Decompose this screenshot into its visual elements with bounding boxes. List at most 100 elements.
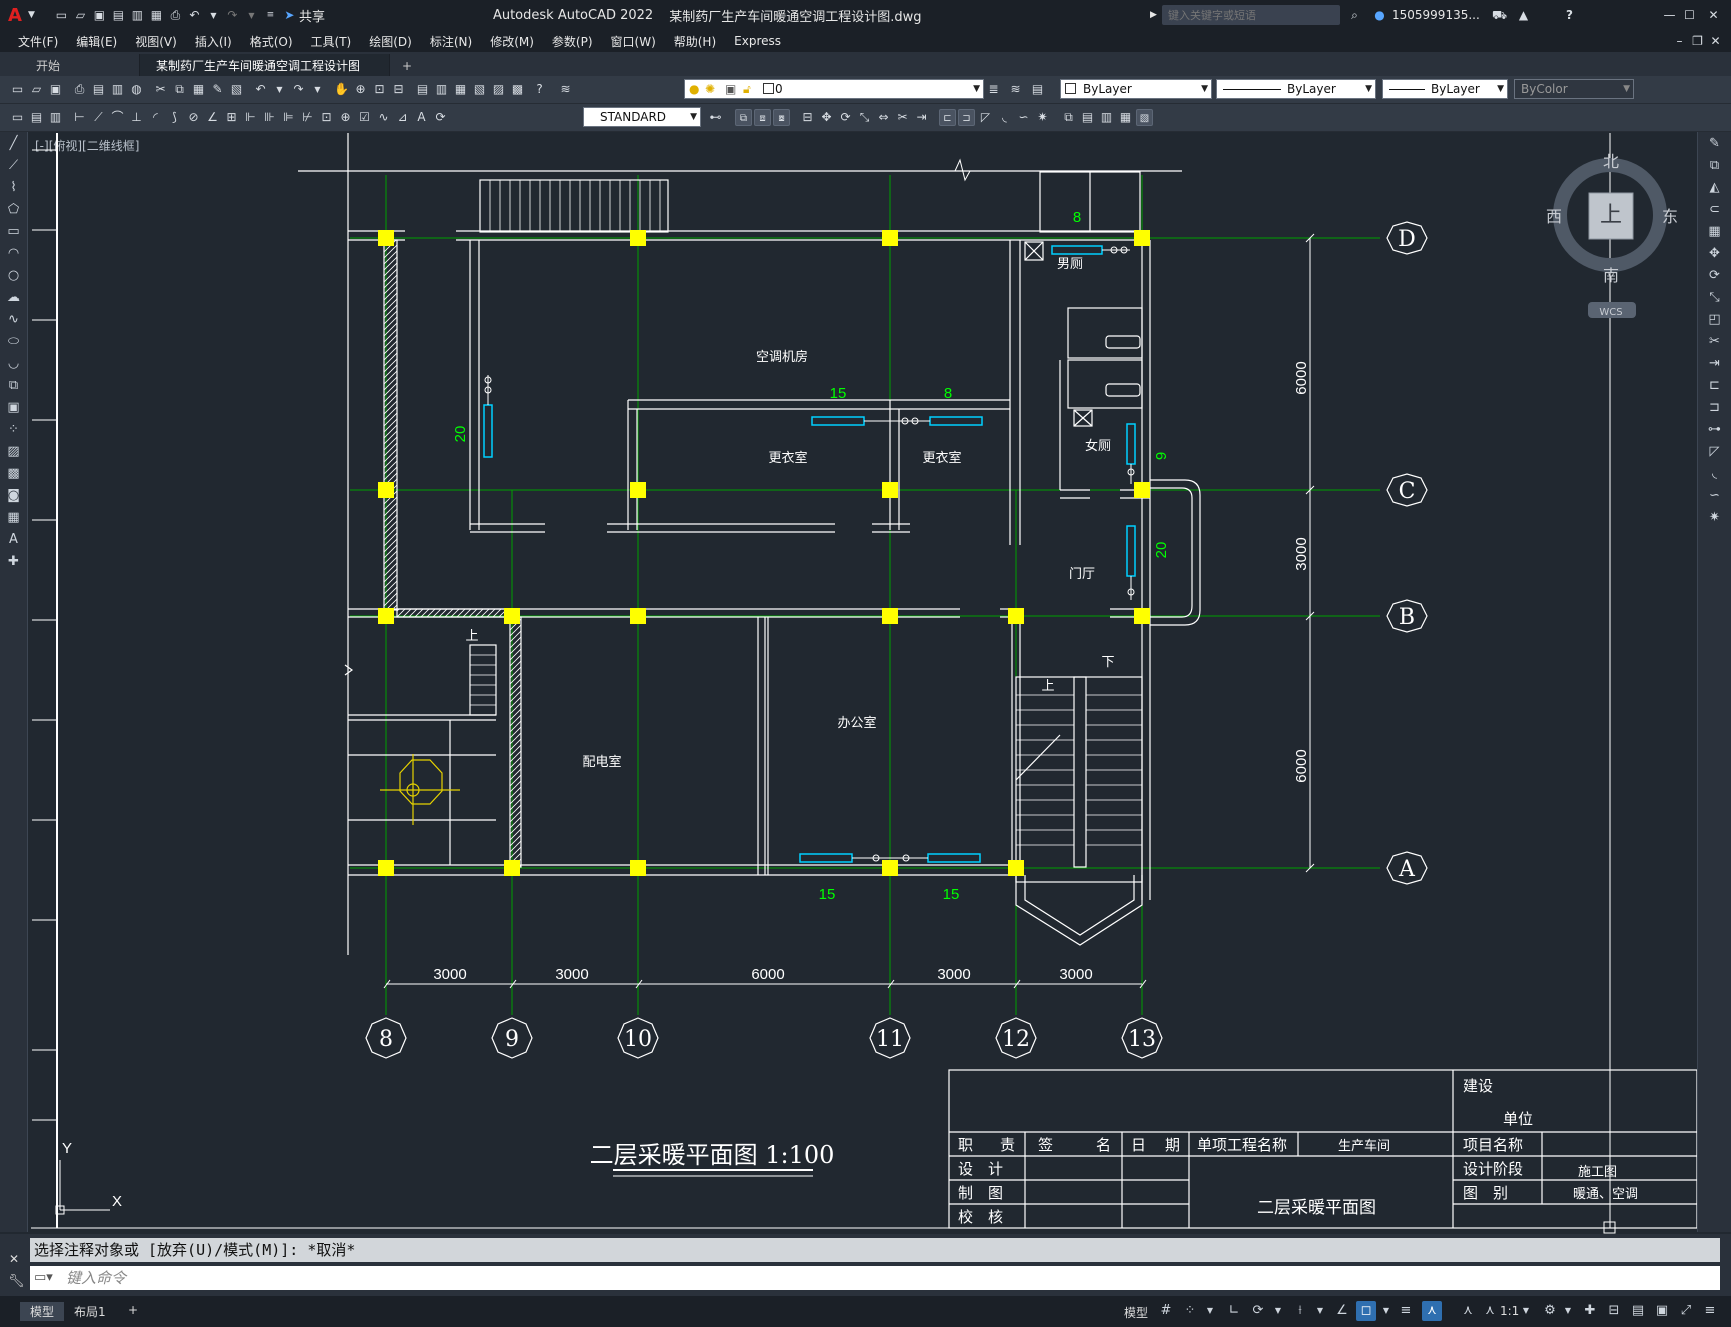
drawing-canvas[interactable]: [-][俯视][二维线框] D C B A 8 9 10 11 12 13 30…	[29, 132, 1697, 1234]
add-selected-icon[interactable]: ✚	[4, 552, 24, 572]
auto-scale-icon[interactable]: ⋏	[1458, 1301, 1478, 1321]
quick-dim-icon[interactable]: ⊞	[223, 109, 240, 126]
stretch-side-icon[interactable]: ◰	[1705, 310, 1725, 330]
edit-attribute-icon[interactable]: ▤	[28, 109, 45, 126]
open-web-icon[interactable]: ▥	[129, 7, 146, 24]
move-icon[interactable]: ✥	[818, 109, 835, 126]
ortho-icon[interactable]: ∟	[1224, 1301, 1244, 1321]
graphics-performance-icon[interactable]: ▣	[1652, 1301, 1672, 1321]
viewcube-north[interactable]: 北	[1603, 152, 1619, 171]
scale-icon[interactable]: ⤡	[856, 109, 873, 126]
publish-icon[interactable]: ▥	[109, 81, 126, 98]
copy-icon[interactable]: ⧉	[171, 81, 188, 98]
dim-style-icon[interactable]: ⊷	[707, 109, 724, 126]
share-label[interactable]: 共享	[299, 6, 325, 25]
app-menu-chevron-icon[interactable]: ▼	[23, 7, 40, 24]
command-recent-icon[interactable]: ▭▾	[34, 1266, 53, 1290]
draworder-icon[interactable]: ⧉	[1060, 109, 1077, 126]
copy-object-icon[interactable]: ⧉	[735, 109, 752, 126]
plot-toolbar-icon[interactable]: ⎙	[71, 81, 88, 98]
save-toolbar-icon[interactable]: ▣	[47, 81, 64, 98]
save-icon[interactable]: ▣	[91, 7, 108, 24]
viewcube-top-face[interactable]: 上	[1600, 203, 1622, 228]
textstyle-dropdown[interactable]: STANDARD ▼	[583, 107, 701, 127]
dim-angular-icon[interactable]: ∠	[204, 109, 221, 126]
search-box[interactable]	[1162, 5, 1340, 25]
properties-icon[interactable]: ▤	[414, 81, 431, 98]
scale-side-icon[interactable]: ⤡	[1705, 288, 1725, 308]
extend-side-icon[interactable]: ⇥	[1705, 354, 1725, 374]
dim-arc-icon[interactable]: ⌒	[109, 109, 126, 126]
workspace-dropdown-icon[interactable]: ▼	[1558, 1301, 1578, 1321]
plotstyle-dropdown[interactable]: ByColor ▼	[1514, 79, 1634, 99]
user-name[interactable]: 1505999135...	[1392, 8, 1480, 22]
menu-file[interactable]: 文件(F)	[18, 33, 58, 50]
clean-screen-icon[interactable]: ⤢	[1676, 1301, 1696, 1321]
workspace-gear-icon[interactable]: ⚙	[1540, 1301, 1560, 1321]
isodraft-dropdown-icon[interactable]: ▼	[1310, 1301, 1330, 1321]
polar-dropdown-icon[interactable]: ▼	[1268, 1301, 1288, 1321]
plot-icon[interactable]: ⎙	[167, 7, 184, 24]
linetype-dropdown[interactable]: ByLayer ▼	[1216, 79, 1376, 99]
zoom-realtime-icon[interactable]: ⊕	[352, 81, 369, 98]
customization-icon[interactable]: ≡	[1700, 1301, 1720, 1321]
match-properties-icon[interactable]: ✎	[209, 81, 226, 98]
copy-side-icon[interactable]: ⧉	[1705, 156, 1725, 176]
undo-dropdown-icon[interactable]: ▼	[205, 7, 222, 24]
menu-express[interactable]: Express	[734, 34, 781, 48]
zoom-previous-icon[interactable]: ⊟	[390, 81, 407, 98]
command-customize-icon[interactable]: 🔧︎	[8, 1274, 25, 1289]
object-snap-tracking-icon[interactable]: ∠	[1332, 1301, 1352, 1321]
sheet-set-icon[interactable]: ▧	[471, 81, 488, 98]
send-under-icon[interactable]: ▧	[1136, 109, 1153, 126]
new-file-icon[interactable]: ▭	[53, 7, 70, 24]
lineweight-dropdown[interactable]: ByLayer ▼	[1382, 79, 1508, 99]
open-file-icon[interactable]: ▱	[72, 7, 89, 24]
menu-dimension[interactable]: 标注(N)	[430, 33, 472, 50]
undo-toolbar-dropdown-icon[interactable]: ▼	[271, 81, 288, 98]
user-icon[interactable]: ●	[1371, 7, 1388, 24]
chamfer-side-icon[interactable]: ◸	[1705, 442, 1725, 462]
break-at-point-icon[interactable]: ⊏	[1705, 376, 1725, 396]
viewcube-east[interactable]: 东	[1662, 207, 1678, 226]
ellipse-icon[interactable]: ⬭	[4, 332, 24, 352]
cart-icon[interactable]: ⛟	[1491, 7, 1508, 24]
redo-icon[interactable]: ↷	[224, 7, 241, 24]
command-close-icon[interactable]: ✕	[9, 1252, 19, 1266]
redo-toolbar-icon[interactable]: ↷	[290, 81, 307, 98]
dim-text-edit-icon[interactable]: A	[413, 109, 430, 126]
lock-icon[interactable]: 🔓︎	[743, 80, 751, 98]
undo-toolbar-icon[interactable]: ↶	[252, 81, 269, 98]
array-icon[interactable]: ⊟	[799, 109, 816, 126]
pan-icon[interactable]: ✋	[333, 81, 350, 98]
menu-help[interactable]: 帮助(H)	[674, 33, 716, 50]
quick-properties-icon[interactable]: ▤	[1628, 1301, 1648, 1321]
grid-icon[interactable]: #	[1156, 1301, 1176, 1321]
help-icon[interactable]: ?	[1561, 7, 1578, 24]
search-input[interactable]	[1162, 5, 1332, 25]
doc-close-icon[interactable]: ✕	[1707, 33, 1724, 50]
lineweight-display-icon[interactable]: ≡	[1396, 1301, 1416, 1321]
maximize-icon[interactable]: ☐	[1681, 7, 1698, 24]
menu-view[interactable]: 视图(V)	[135, 33, 177, 50]
layout-tab-model[interactable]: 模型	[20, 1302, 65, 1321]
object-snap-dropdown-icon[interactable]: ▼	[1376, 1301, 1396, 1321]
array-side-icon[interactable]: ▦	[1705, 222, 1725, 242]
rotate-side-icon[interactable]: ⟳	[1705, 266, 1725, 286]
polygon-icon[interactable]: ⬠	[4, 200, 24, 220]
model-space-label[interactable]: 模型	[1124, 1304, 1148, 1321]
draworder-back-icon[interactable]: ▥	[1098, 109, 1115, 126]
autodesk-app-icon[interactable]: ▲	[1515, 7, 1532, 24]
mtext-icon[interactable]: A	[4, 530, 24, 550]
arc-icon[interactable]: ◠	[4, 244, 24, 264]
dim-aligned-icon[interactable]: ⟋	[90, 109, 107, 126]
customize-qat-icon[interactable]: ≡	[262, 7, 279, 24]
cut-icon[interactable]: ✂	[152, 81, 169, 98]
dim-ordinate-icon[interactable]: ⊥	[128, 109, 145, 126]
markup-icon[interactable]: ▨	[490, 81, 507, 98]
block-editor-icon[interactable]: ▧	[228, 81, 245, 98]
save-as-icon[interactable]: ▤	[110, 7, 127, 24]
search-arrow-icon[interactable]: ▶	[1150, 10, 1157, 20]
bring-above-icon[interactable]: ▦	[1117, 109, 1134, 126]
dim-break-icon[interactable]: ⊬	[299, 109, 316, 126]
